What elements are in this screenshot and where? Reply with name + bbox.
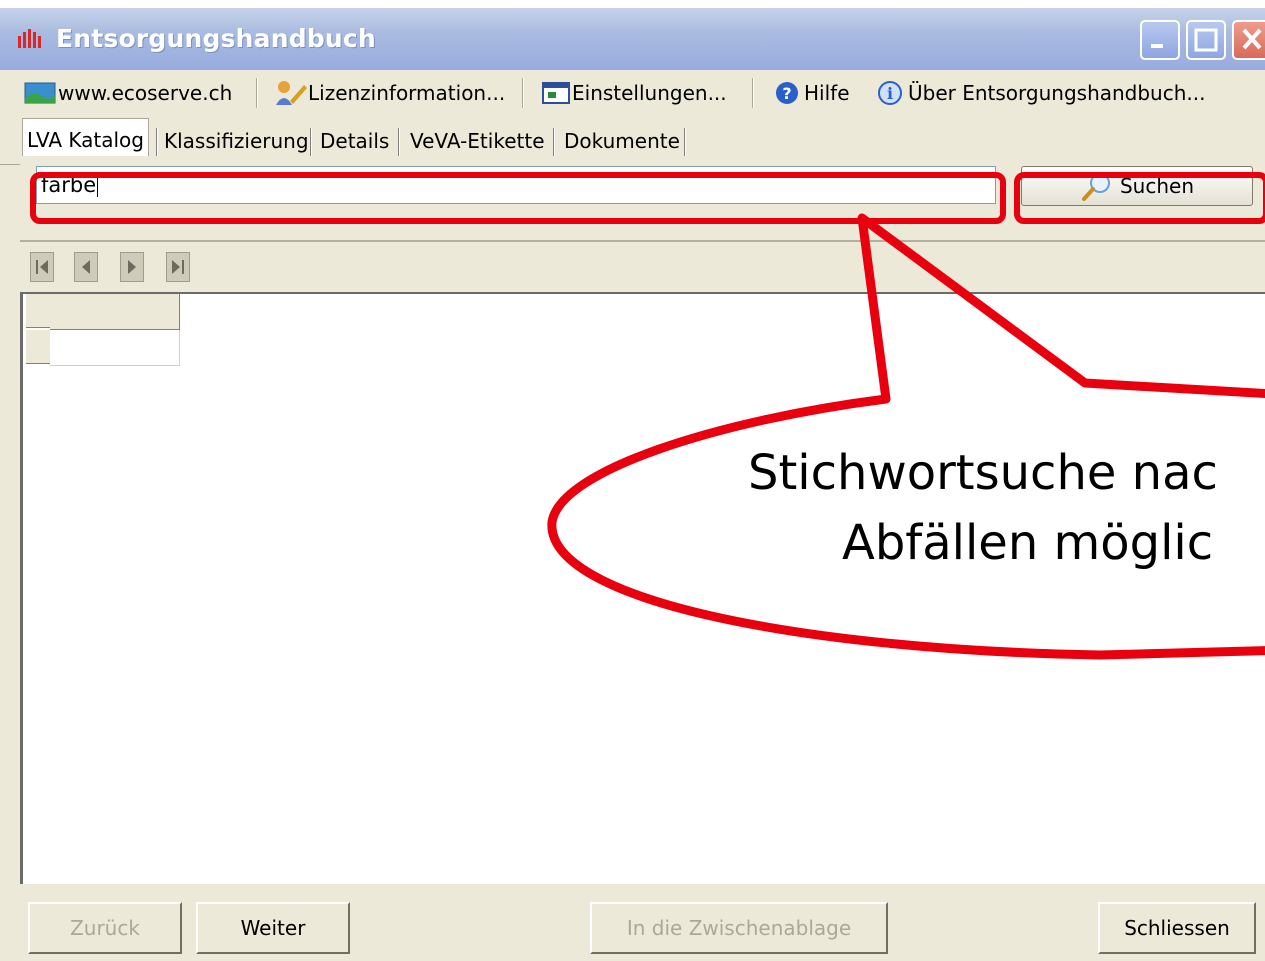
settings-icon: [542, 82, 570, 104]
toolbar-item-einstellungen[interactable]: Einstellungen...: [542, 78, 727, 108]
first-icon: [36, 260, 48, 274]
toolbar-item-lizenz[interactable]: Lizenzinformation...: [274, 78, 505, 108]
close-window-button[interactable]: [1232, 20, 1265, 60]
previous-record-button[interactable]: [74, 252, 98, 282]
callout-text-line1: Stichwortsuche nac: [748, 445, 1218, 501]
tab-separator: [156, 128, 158, 158]
grid-row-header[interactable]: [26, 330, 52, 364]
globe-icon: [24, 82, 56, 104]
app-logo-icon: [18, 29, 41, 48]
toolbar-link-ecoserve[interactable]: www.ecoserve.ch: [24, 78, 232, 108]
grid-cell[interactable]: [50, 330, 180, 366]
toolbar-label-hilfe: Hilfe: [804, 81, 850, 105]
tab-dokumente[interactable]: Dokumente: [560, 122, 684, 160]
close-button-label: Schliessen: [1124, 916, 1230, 940]
button-bar: Zurück Weiter In die Zwischenablage Schl…: [0, 884, 1265, 961]
previous-icon: [82, 260, 90, 274]
toolbar-separator: [256, 78, 258, 108]
next-icon: [128, 260, 136, 274]
tab-label: Details: [320, 129, 390, 153]
search-button[interactable]: Suchen: [1021, 166, 1253, 206]
copy-clipboard-button[interactable]: In die Zwischenablage: [590, 902, 888, 954]
svg-text:?: ?: [782, 84, 791, 103]
svg-text:i: i: [887, 84, 893, 103]
tab-label: Klassifizierung: [164, 129, 309, 153]
tab-label: VeVA-Etikette: [410, 129, 545, 153]
back-button[interactable]: Zurück: [28, 902, 182, 954]
search-input-value: farbe: [41, 173, 97, 197]
record-navigator: [20, 244, 1265, 292]
first-record-button[interactable]: [30, 252, 54, 282]
window-title: Entsorgungshandbuch: [56, 24, 376, 53]
next-button-label: Weiter: [240, 916, 306, 940]
magnifier-icon: [1081, 173, 1110, 201]
results-grid[interactable]: [20, 292, 1265, 884]
search-button-label: Suchen: [1119, 174, 1195, 198]
help-icon: ?: [776, 82, 798, 104]
info-icon: i: [878, 81, 902, 105]
license-icon: [276, 81, 307, 105]
toolbar-label-ecoserve: www.ecoserve.ch: [58, 81, 233, 105]
tab-klassifizierung[interactable]: Klassifizierung: [160, 122, 313, 160]
tab-separator: [553, 128, 555, 158]
grid-corner-header: [26, 294, 52, 328]
tab-separator: [310, 128, 312, 158]
next-button[interactable]: Weiter: [196, 902, 350, 954]
menu-toolbar: www.ecoserve.ch Lizenzinformation... Ein…: [0, 70, 1265, 114]
copy-clipboard-label: In die Zwischenablage: [626, 916, 852, 940]
last-icon: [172, 260, 184, 274]
callout-text-line2: Abfällen möglic: [842, 515, 1214, 571]
tab-lva-katalog[interactable]: LVA Katalog: [22, 118, 149, 161]
maximize-icon: [1194, 28, 1218, 52]
toolbar-item-hilfe[interactable]: ? Hilfe: [774, 78, 850, 108]
tab-details[interactable]: Details: [316, 122, 393, 160]
close-button[interactable]: Schliessen: [1098, 902, 1256, 954]
close-icon: [1242, 28, 1262, 50]
minimize-button[interactable]: [1140, 20, 1180, 60]
minimize-icon: [1151, 44, 1163, 48]
tab-label: Dokumente: [564, 129, 680, 153]
maximize-button[interactable]: [1186, 20, 1226, 60]
text-cursor: [97, 173, 99, 197]
tab-label: LVA Katalog: [27, 128, 144, 152]
toolbar-label-einstellungen: Einstellungen...: [572, 81, 727, 105]
tab-separator: [398, 128, 400, 158]
search-panel: farbe Suchen: [20, 156, 1265, 242]
back-button-label: Zurück: [70, 916, 140, 940]
toolbar-label-lizenz: Lizenzinformation...: [308, 81, 506, 105]
toolbar-label-ueber: Über Entsorgungshandbuch...: [908, 81, 1206, 105]
last-record-button[interactable]: [166, 252, 190, 282]
toolbar-separator: [522, 78, 524, 108]
tab-separator: [684, 128, 686, 158]
grid-column-header[interactable]: [50, 294, 180, 330]
tab-veva-etikette[interactable]: VeVA-Etikette: [406, 122, 549, 160]
next-record-button[interactable]: [120, 252, 144, 282]
title-bar[interactable]: Entsorgungshandbuch: [0, 8, 1265, 70]
search-input[interactable]: farbe: [36, 166, 996, 204]
toolbar-separator: [752, 78, 754, 108]
toolbar-item-ueber[interactable]: i Über Entsorgungshandbuch...: [876, 78, 1205, 108]
